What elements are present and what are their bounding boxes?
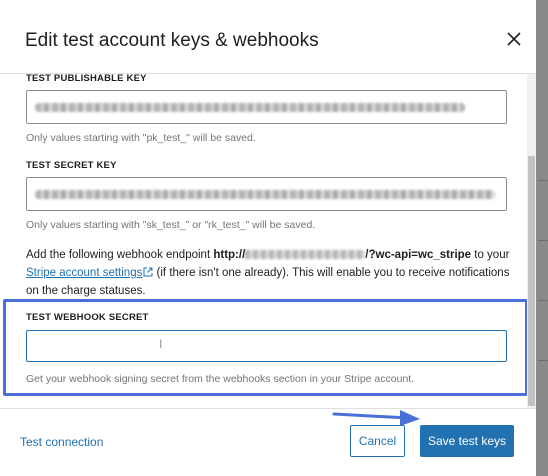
- backdrop-divider: [538, 180, 548, 181]
- cancel-button[interactable]: Cancel: [350, 425, 405, 457]
- test-connection-button[interactable]: Test connection: [20, 435, 103, 449]
- webhook-endpoint-url: http:// /?wc-api=wc_stripe: [213, 249, 471, 261]
- secret-key-input[interactable]: [26, 177, 507, 211]
- backdrop-divider: [538, 360, 548, 361]
- external-link-icon: [143, 267, 153, 277]
- masked-key-value: [35, 190, 495, 199]
- publishable-key-label: TEST PUBLISHABLE KEY: [26, 73, 147, 84]
- description-text: Add the following webhook endpoint: [26, 249, 214, 261]
- webhook-endpoint-description: Add the following webhook endpoint http:…: [26, 246, 516, 300]
- close-button[interactable]: [503, 28, 525, 50]
- description-text: to your: [471, 249, 510, 261]
- secret-key-label: TEST SECRET KEY: [26, 160, 117, 171]
- backdrop-divider: [538, 240, 548, 241]
- edit-keys-modal: Edit test account keys & webhooks TEST P…: [0, 0, 536, 476]
- publishable-key-input[interactable]: [26, 90, 507, 124]
- page-backdrop: [536, 0, 548, 476]
- close-icon: [507, 32, 521, 46]
- modal-header: Edit test account keys & webhooks: [0, 0, 536, 74]
- secret-key-help: Only values starting with "sk_test_" or …: [26, 219, 316, 231]
- annotation-highlight-box: [3, 299, 528, 396]
- arrow-icon: [332, 410, 420, 426]
- modal-title: Edit test account keys & webhooks: [25, 30, 319, 51]
- masked-domain: [245, 250, 366, 260]
- save-test-keys-button[interactable]: Save test keys: [420, 425, 514, 457]
- endpoint-url-end: /?wc-api=wc_stripe: [365, 249, 472, 261]
- endpoint-url-start: http://: [213, 249, 246, 261]
- masked-key-value: [35, 103, 465, 112]
- stripe-account-settings-link[interactable]: Stripe account settings: [26, 267, 142, 279]
- scrollbar-thumb[interactable]: [528, 156, 535, 406]
- backdrop-divider: [538, 300, 548, 301]
- modal-footer: Test connection Cancel Save test keys: [0, 408, 536, 476]
- publishable-key-help: Only values starting with "pk_test_" wil…: [26, 132, 256, 144]
